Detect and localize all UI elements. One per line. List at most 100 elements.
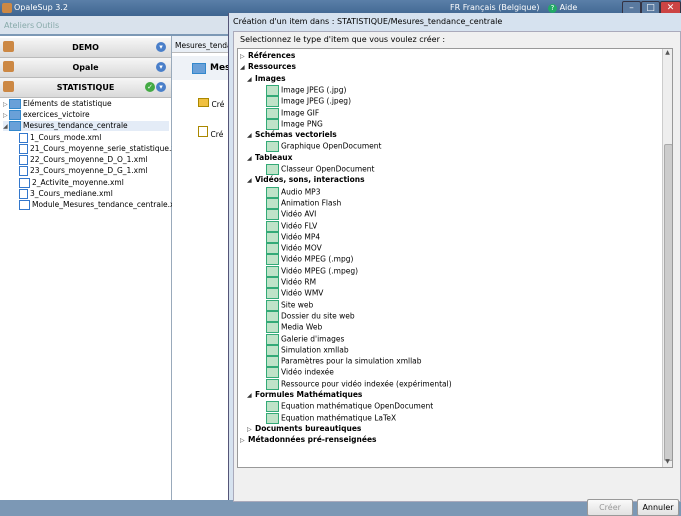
item-category[interactable]: ◢ Schémas vectoriels [247, 130, 337, 139]
collapse-arrow-icon[interactable]: ◢ [247, 392, 255, 399]
collapse-arrow-icon[interactable]: ◢ [247, 132, 255, 139]
scroll-up-icon[interactable]: ▲ [663, 49, 672, 58]
item-label: Image GIF [281, 108, 320, 117]
collapse-arrow-icon[interactable]: ◢ [247, 76, 255, 83]
create-button[interactable]: Créer [587, 499, 633, 516]
menu-outils[interactable]: Outils [36, 21, 59, 30]
expand-arrow-icon[interactable]: ▷ [247, 426, 255, 433]
new-folder-icon [198, 98, 209, 107]
create-folder-action[interactable]: Cré [198, 98, 224, 109]
vertical-scrollbar[interactable]: ▲ ▼ [662, 49, 672, 467]
item-category[interactable]: ◢ Ressources [240, 62, 296, 71]
item-type-option[interactable]: Vidéo FLV [266, 220, 317, 232]
item-type-option[interactable]: Simulation xmllab [266, 344, 349, 356]
item-type-icon [266, 96, 279, 108]
collapse-arrow-icon[interactable]: ◢ [247, 155, 255, 162]
cancel-button[interactable]: Annuler [637, 499, 679, 516]
item-category[interactable]: ◢ Images [247, 74, 286, 83]
item-type-option[interactable]: Media Web [266, 322, 322, 334]
item-label: Formules Mathématiques [255, 390, 363, 399]
chevron-down-icon[interactable]: ▾ [156, 42, 166, 52]
expand-arrow-icon[interactable]: ▷ [240, 53, 248, 60]
tree-file[interactable]: 3_Cours_mediane.xml [19, 189, 113, 199]
item-label: Vidéo indexée [281, 367, 334, 377]
new-item-icon [198, 126, 208, 137]
item-type-icon [266, 412, 279, 424]
item-category[interactable]: ▷ Références [240, 51, 295, 60]
item-type-option[interactable]: Vidéo indexée [266, 367, 334, 379]
item-type-option[interactable]: Site web [266, 299, 313, 311]
item-label: Vidéo MPEG (.mpg) [281, 254, 354, 264]
item-type-option[interactable]: Paramètres pour la simulation xmllab [266, 356, 422, 368]
item-type-option[interactable]: Vidéo MP4 [266, 231, 321, 243]
tree-file[interactable]: 21_Cours_moyenne_serie_statistique.xml [19, 144, 185, 154]
help-label[interactable]: Aide [560, 3, 578, 12]
item-type-icon [266, 367, 279, 379]
help-icon[interactable]: ? [548, 4, 558, 13]
menu-ateliers[interactable]: Ateliers [4, 21, 34, 30]
expand-arrow-icon[interactable]: ▷ [240, 437, 248, 444]
item-type-option[interactable]: Image JPEG (.jpg) [266, 84, 346, 96]
item-category[interactable]: ▷ Métadonnées pré-renseignées [240, 435, 377, 444]
item-label: Simulation xmllab [281, 345, 349, 355]
workshop-statistique[interactable]: STATISTIQUE ✓ ▾ [0, 78, 171, 98]
chevron-down-icon[interactable]: ▾ [156, 82, 166, 92]
item-type-option[interactable]: Equation mathématique OpenDocument [266, 401, 433, 413]
item-type-option[interactable]: Graphique OpenDocument [266, 141, 382, 153]
item-type-option[interactable]: Image GIF [266, 107, 320, 119]
folder-icon [9, 99, 21, 109]
tree-file[interactable]: 23_Cours_moyenne_D_G_1.xml [19, 166, 148, 176]
item-type-option[interactable]: Animation Flash [266, 197, 342, 209]
item-label: Paramètres pour la simulation xmllab [281, 356, 422, 366]
item-type-option[interactable]: Audio MP3 [266, 186, 320, 198]
item-category[interactable]: ▷ Documents bureautiques [247, 424, 361, 433]
item-category[interactable]: ◢ Formules Mathématiques [247, 390, 362, 399]
scrollbar-thumb[interactable] [664, 144, 672, 461]
file-icon [19, 189, 28, 199]
item-type-option[interactable]: Dossier du site web [266, 310, 355, 322]
item-type-option[interactable]: Galerie d'images [266, 333, 345, 345]
item-type-option[interactable]: Classeur OpenDocument [266, 164, 374, 175]
item-type-option[interactable]: Vidéo MPEG (.mpeg) [266, 265, 358, 277]
dialog-prompt: Selectionnez le type d'item que vous vou… [240, 35, 446, 44]
item-type-option[interactable]: Image PNG [266, 118, 323, 130]
tree-folder[interactable]: ▷ Eléments de statistique [3, 99, 112, 109]
workshop-opale[interactable]: Opale ▾ [0, 58, 171, 78]
item-label: Vidéos, sons, interactions [255, 175, 365, 185]
collapse-arrow-icon[interactable]: ◢ [247, 177, 255, 184]
tree-file[interactable]: Module_Mesures_tendance_centrale.xml [19, 200, 184, 210]
workshop-demo[interactable]: DEMO ▾ [0, 38, 171, 58]
tree-file[interactable]: 1_Cours_mode.xml [19, 133, 101, 143]
create-item-action[interactable]: Cré [198, 126, 223, 139]
item-category[interactable]: ◢ Tableaux [247, 153, 292, 162]
file-icon [19, 133, 28, 143]
file-icon [19, 166, 28, 176]
item-label: Animation Flash [281, 198, 342, 208]
scroll-down-icon[interactable]: ▼ [663, 458, 672, 467]
chevron-down-icon[interactable]: ▾ [156, 62, 166, 72]
item-type-option[interactable]: Vidéo MPEG (.mpg) [266, 254, 354, 266]
collapse-arrow-icon[interactable]: ◢ [240, 64, 248, 71]
tab-mesures[interactable]: Mesures_tenda [172, 36, 232, 53]
language-selector[interactable]: FR Français (Belgique) ? Aide [450, 3, 577, 13]
item-type-option[interactable]: Vidéo AVI [266, 209, 316, 221]
item-type-option[interactable]: Vidéo WMV [266, 288, 323, 300]
item-label: Equation mathématique LaTeX [281, 413, 397, 423]
item-category[interactable]: ◢ Vidéos, sons, interactions [247, 175, 365, 184]
tree-folder-open[interactable]: ◢ Mesures_tendance_centrale [3, 121, 169, 131]
status-ok-icon[interactable]: ✓ [145, 82, 155, 92]
item-type-option[interactable]: Equation mathématique LaTeX [266, 412, 397, 424]
tree-file[interactable]: 22_Cours_moyenne_D_O_1.xml [19, 155, 148, 165]
item-type-tree[interactable]: ▲ ▼ ▷ Références ◢ Ressources ◢ Images Image J… [237, 48, 673, 468]
item-type-option[interactable]: Ressource pour vidéo indexée (expériment… [266, 378, 452, 390]
item-label: Vidéo MP4 [281, 232, 321, 242]
tree-folder[interactable]: ▷ exercices_victoire [3, 110, 90, 120]
item-type-option[interactable]: Image JPEG (.jpeg) [266, 96, 351, 108]
tree-file[interactable]: 2_Activite_moyenne.xml [19, 178, 124, 188]
item-type-option[interactable]: Vidéo MOV [266, 243, 322, 255]
item-label: Schémas vectoriels [255, 130, 337, 140]
item-label: Ressources [248, 62, 296, 72]
item-label: Galerie d'images [281, 334, 345, 343]
file-icon [19, 155, 28, 165]
item-type-option[interactable]: Vidéo RM [266, 277, 316, 288]
